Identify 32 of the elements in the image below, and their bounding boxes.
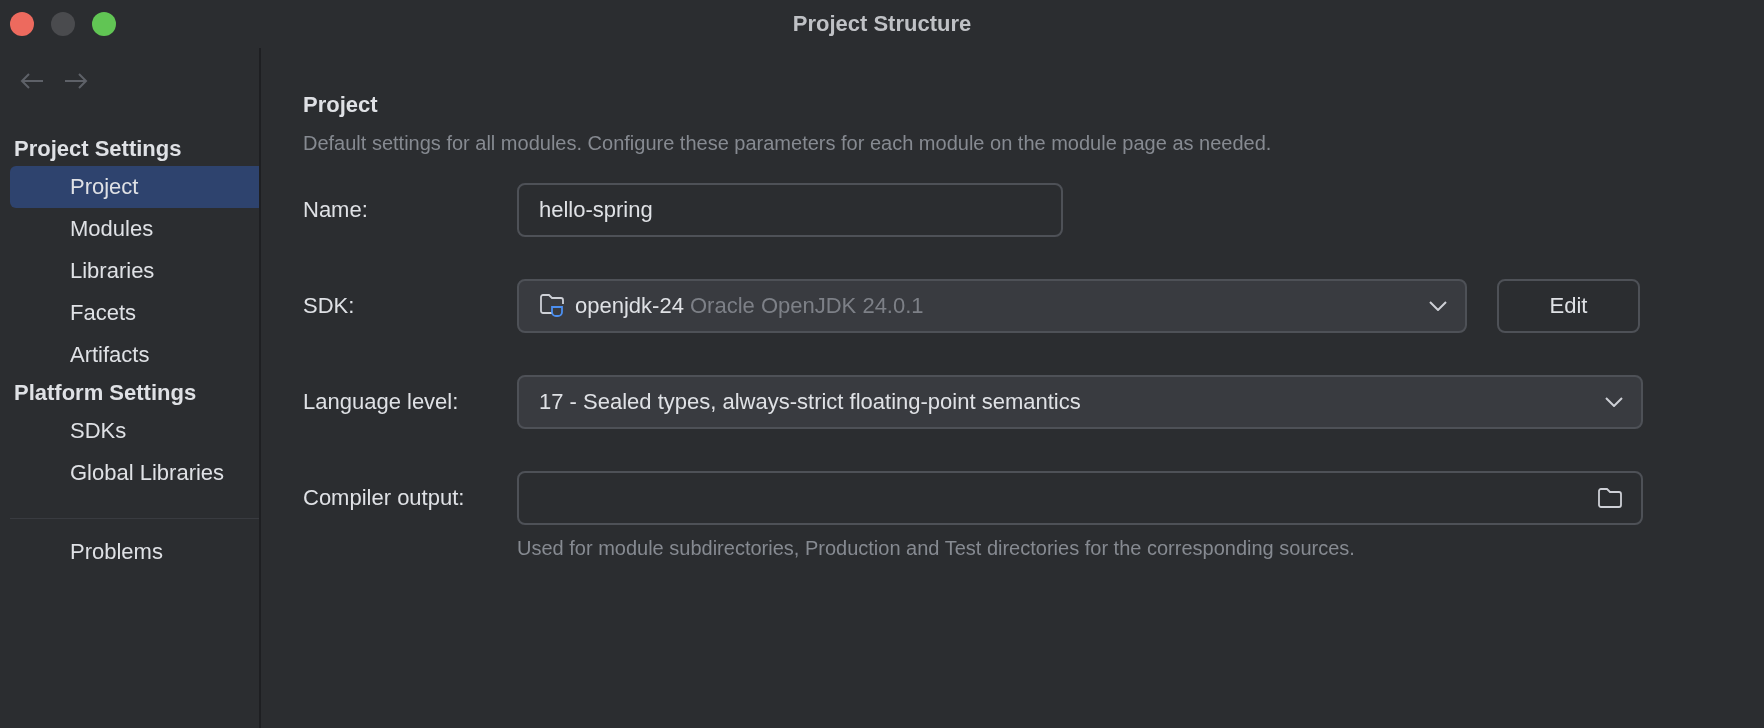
- sidebar-item[interactable]: Artifacts: [10, 334, 259, 376]
- field-label: SDK:: [303, 293, 356, 319]
- back-arrow-icon[interactable]: [20, 72, 44, 90]
- name-input[interactable]: hello-spring: [517, 183, 1063, 237]
- sidebar-group-title: Platform Settings: [13, 379, 198, 407]
- field-label: Language level:: [303, 389, 460, 415]
- close-button[interactable]: [10, 12, 34, 36]
- sidebar-item[interactable]: Libraries: [10, 250, 259, 292]
- field-label: Compiler output:: [303, 485, 466, 511]
- sdk-dropdown[interactable]: openjdk-24 Oracle OpenJDK 24.0.1: [517, 279, 1467, 333]
- zoom-button[interactable]: [92, 12, 116, 36]
- language-level-dropdown[interactable]: 17 - Sealed types, always-strict floating-point semantics: [517, 375, 1643, 429]
- hint-text: Used for module subdirectories, Production and Test directories for the corresponding sources.: [517, 537, 1356, 560]
- folder-cup-icon: [539, 293, 567, 319]
- section-heading: Project: [303, 92, 379, 118]
- chevron-down-icon: [1429, 301, 1447, 311]
- minimize-button[interactable]: [51, 12, 75, 36]
- sidebar-item[interactable]: Global Libraries: [10, 452, 259, 494]
- compiler-output-field[interactable]: [517, 471, 1643, 525]
- edit-button[interactable]: Edit: [1497, 279, 1640, 333]
- chevron-down-icon: [1605, 397, 1623, 407]
- folder-icon[interactable]: [1597, 487, 1623, 509]
- field-label: Name:: [303, 197, 369, 223]
- window-title: Project Structure: [792, 11, 972, 37]
- sidebar-item[interactable]: Modules: [10, 208, 259, 250]
- forward-arrow-icon[interactable]: [64, 72, 88, 90]
- sidebar-item[interactable]: Problems: [10, 531, 259, 573]
- sidebar-item[interactable]: SDKs: [10, 410, 259, 452]
- sidebar-group-title: Project Settings: [13, 135, 183, 163]
- sidebar-item[interactable]: Project: [10, 166, 259, 208]
- section-description: Default settings for all modules. Configure these parameters for each module on the module page as needed.: [303, 132, 1273, 155]
- sidebar-item[interactable]: Facets: [10, 292, 259, 334]
